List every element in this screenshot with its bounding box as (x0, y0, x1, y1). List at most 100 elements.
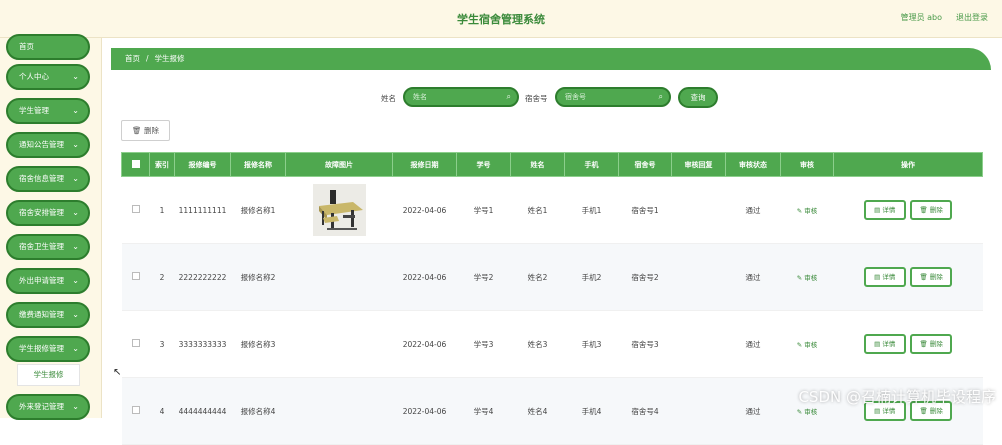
dorm-placeholder: 宿舍号 (565, 93, 586, 101)
sidebar-item-label: 学生管理 (19, 106, 49, 115)
header-student-id: 学号 (456, 152, 511, 177)
audit-link[interactable]: ✎ 审核 (797, 341, 818, 349)
header-select-all[interactable] (121, 152, 150, 177)
cell-image (285, 377, 393, 445)
row-checkbox[interactable] (131, 339, 140, 347)
cell-phone: 手机2 (564, 243, 619, 311)
chevron-down-icon: ⌄ (72, 106, 79, 115)
dorm-search-input[interactable]: 宿舍号 ⌕ (555, 87, 671, 107)
sidebar-item-dorm-arrange[interactable]: 宿舍安排管理 ⌄ (6, 200, 90, 226)
row-checkbox[interactable] (131, 272, 140, 280)
sidebar-item-notices[interactable]: 通知公告管理 ⌄ (6, 132, 90, 158)
search-icon: ⌕ (658, 92, 663, 101)
cell-student-name: 姓名4 (510, 377, 565, 445)
cell-student-name: 姓名2 (510, 243, 565, 311)
header-number: 报修编号 (174, 152, 231, 177)
header-image: 故障图片 (285, 152, 393, 177)
detail-label: 详情 (882, 206, 896, 214)
cell-number: 4444444444 (174, 377, 231, 445)
submenu-item-repair[interactable]: 学生报修 (17, 364, 80, 386)
breadcrumb-separator: / (146, 54, 149, 63)
select-all-checkbox[interactable] (131, 159, 140, 168)
cell-actions: ▤ 详情 🗑 删除 (833, 310, 983, 378)
header-status: 审核状态 (725, 152, 781, 177)
detail-icon: ▤ (874, 340, 881, 348)
cell-name: 报修名称3 (230, 310, 286, 378)
trash-icon: 🗑 (919, 273, 928, 281)
cell-number: 3333333333 (174, 310, 231, 378)
breadcrumb-home[interactable]: 首页 (125, 54, 140, 63)
sidebar-item-label: 宿舍卫生管理 (19, 242, 64, 251)
header-dorm: 宿舍号 (618, 152, 672, 177)
detail-label: 详情 (882, 273, 896, 281)
chevron-down-icon: ⌄ (72, 72, 79, 81)
header-name: 报修名称 (230, 152, 286, 177)
sidebar-item-dorm-info[interactable]: 宿舍信息管理 ⌄ (6, 166, 90, 192)
fault-image[interactable] (312, 184, 366, 236)
cell-phone: 手机1 (564, 176, 619, 244)
chevron-down-icon: ⌄ (72, 174, 79, 183)
detail-button[interactable]: ▤ 详情 (863, 200, 906, 220)
header-actions: 操作 (833, 152, 983, 177)
sidebar-item-label: 个人中心 (19, 72, 49, 81)
audit-link[interactable]: ✎ 审核 (797, 207, 818, 215)
cell-student-id: 学号3 (456, 310, 511, 378)
sidebar-item-students[interactable]: 学生管理 ⌄ (6, 98, 90, 124)
delete-button[interactable]: 🗑 删除 (910, 267, 953, 287)
cell-reply (671, 377, 726, 445)
sidebar-item-visitor[interactable]: 外来登记管理 ⌄ (6, 394, 90, 420)
batch-delete-button[interactable]: 🗑 删除 (121, 120, 170, 141)
cell-audit: ✎ 审核 (780, 310, 834, 378)
cell-date: 2022-04-06 (392, 377, 457, 445)
cell-student-name: 姓名3 (510, 310, 565, 378)
edit-icon: ✎ (796, 274, 803, 282)
sidebar-item-leave-request[interactable]: 外出申请管理 ⌄ (6, 268, 90, 294)
audit-label: 审核 (804, 274, 818, 282)
detail-button[interactable]: ▤ 详情 (863, 334, 906, 354)
cell-student-id: 学号1 (456, 176, 511, 244)
audit-link[interactable]: ✎ 审核 (797, 274, 818, 282)
cell-audit: ✎ 审核 (780, 243, 834, 311)
chevron-down-icon: ⌄ (72, 276, 79, 285)
sidebar-item-label: 外出申请管理 (19, 276, 64, 285)
detail-label: 详情 (882, 407, 896, 415)
header-date: 报修日期 (392, 152, 457, 177)
sidebar-item-profile[interactable]: 个人中心 ⌄ (6, 64, 90, 90)
audit-label: 审核 (804, 341, 818, 349)
query-button[interactable]: 查询 (678, 87, 718, 108)
audit-link[interactable]: ✎ 审核 (797, 408, 818, 416)
sidebar-item-payment-notice[interactable]: 缴费通知管理 ⌄ (6, 302, 90, 328)
row-checkbox[interactable] (131, 406, 140, 414)
sidebar-item-repair[interactable]: 学生报修管理 ⌄ (6, 336, 90, 362)
chevron-down-icon: ⌄ (72, 208, 79, 217)
logout-link[interactable]: 退出登录 (956, 12, 988, 23)
sidebar-item-label: 通知公告管理 (19, 140, 64, 149)
cell-audit: ✎ 审核 (780, 176, 834, 244)
cell-dorm: 宿舍号4 (618, 377, 672, 445)
name-search-input[interactable]: 姓名 ⌕ (403, 87, 519, 107)
cell-name: 报修名称4 (230, 377, 286, 445)
delete-button[interactable]: 🗑 删除 (910, 334, 953, 354)
audit-label: 审核 (804, 207, 818, 215)
delete-label: 删除 (929, 273, 943, 281)
cell-reply (671, 243, 726, 311)
trash-icon: 🗑 (919, 407, 928, 415)
cell-actions: ▤ 详情 🗑 删除 (833, 243, 983, 311)
cell-phone: 手机3 (564, 310, 619, 378)
edit-icon: ✎ (796, 341, 803, 349)
cell-number: 1111111111 (174, 176, 231, 244)
cell-status: 通过 (725, 377, 781, 445)
sidebar-item-dorm-hygiene[interactable]: 宿舍卫生管理 ⌄ (6, 234, 90, 260)
batch-delete-label: 删除 (143, 126, 159, 135)
delete-button[interactable]: 🗑 删除 (910, 200, 953, 220)
cell-dorm: 宿舍号1 (618, 176, 672, 244)
delete-label: 删除 (929, 206, 943, 214)
detail-button[interactable]: ▤ 详情 (863, 267, 906, 287)
row-checkbox[interactable] (131, 205, 140, 213)
sidebar-item-home[interactable]: 首页 (6, 34, 90, 60)
cell-image (285, 310, 393, 378)
name-placeholder: 姓名 (413, 93, 427, 101)
cell-date: 2022-04-06 (392, 176, 457, 244)
detail-label: 详情 (882, 340, 896, 348)
cell-status: 通过 (725, 176, 781, 244)
